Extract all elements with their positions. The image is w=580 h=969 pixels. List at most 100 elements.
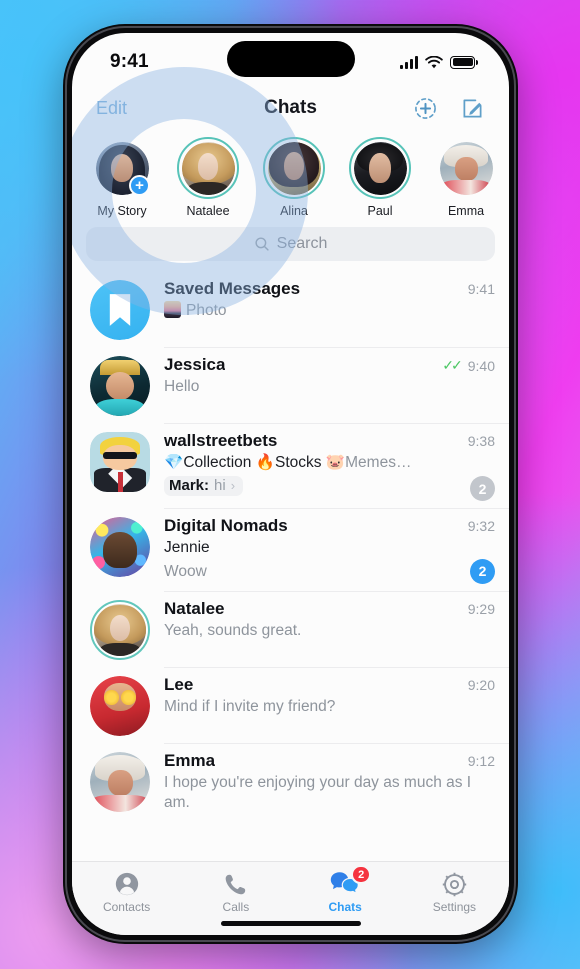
battery-full-icon — [450, 55, 478, 69]
navbar-actions — [413, 96, 485, 121]
chat-list[interactable]: Saved Messages 9:41 Photo Jessica ✓✓ 9:4… — [72, 271, 509, 861]
unread-badge: 2 — [470, 476, 495, 502]
bookmark-icon — [109, 294, 131, 326]
tab-settings[interactable]: Settings — [400, 870, 509, 914]
phone-frame: 9:41 Edit Chats + My Story Natalee Alina… — [63, 24, 518, 944]
status-bar-clock: 9:41 — [110, 51, 149, 72]
chat-row-emma[interactable]: Emma 9:12 I hope you're enjoying your da… — [72, 742, 509, 821]
gear-icon — [442, 872, 467, 896]
chevron-right-icon: › — [230, 478, 236, 494]
story-avatar-ring — [263, 137, 325, 199]
reply-author: Mark: — [169, 477, 210, 495]
chat-row-content: Saved Messages 9:41 Photo — [150, 278, 495, 322]
chat-row-natalee[interactable]: Natalee 9:29 Yeah, sounds great. — [72, 590, 509, 667]
chat-title: Emma — [164, 750, 216, 770]
chat-timestamp: 9:38 — [467, 433, 495, 449]
chat-preview-text: Photo — [186, 302, 227, 319]
avatar — [439, 141, 493, 195]
tab-calls[interactable]: Calls — [181, 870, 290, 914]
phone-screen: 9:41 Edit Chats + My Story Natalee Alina… — [72, 33, 509, 935]
chat-timestamp: 9:41 — [467, 281, 495, 297]
tab-unread-badge: 2 — [351, 865, 372, 884]
chat-timestamp: 9:12 — [467, 752, 495, 769]
stories-row[interactable]: + My Story Natalee Alina Paul Emma — [72, 131, 509, 227]
avatar — [90, 517, 150, 578]
chat-row-lee[interactable]: Lee 9:20 Mind if I invite my friend? — [72, 666, 509, 743]
chat-title: Natalee — [164, 598, 225, 618]
story-item-alina[interactable]: Alina — [258, 137, 330, 218]
chat-row-digital-nomads[interactable]: Digital Nomads 9:32 Jennie Woow 2 — [72, 508, 509, 591]
read-receipt-icon: ✓✓ — [442, 357, 463, 373]
chat-preview: Woow — [164, 562, 207, 580]
story-label: Alina — [280, 204, 308, 218]
tab-label: Settings — [432, 900, 477, 914]
chat-row-saved-messages[interactable]: Saved Messages 9:41 Photo — [72, 271, 509, 347]
avatar — [90, 599, 150, 660]
chat-row-wallstreetbets[interactable]: wallstreetbets 9:38 💎Collection 🔥Stocks … — [72, 423, 509, 508]
story-item-my-story[interactable]: + My Story — [86, 137, 158, 218]
topic-emoji: 🐷 — [325, 454, 346, 471]
story-label: Paul — [367, 204, 393, 218]
avatar — [90, 675, 150, 736]
status-bar: 9:41 — [72, 33, 509, 85]
unread-badge: 2 — [470, 558, 495, 584]
story-avatar-ring: + — [91, 137, 153, 199]
avatar — [353, 141, 407, 195]
story-item-emma[interactable]: Emma — [430, 137, 502, 218]
chat-title: Digital Nomads — [164, 516, 288, 536]
chat-reply-chip[interactable]: Mark: hi › — [164, 476, 244, 497]
search-container: Search — [72, 227, 509, 271]
topic-emoji: 💎 — [164, 454, 184, 471]
topic-label: Memes… — [345, 454, 412, 471]
tab-label: Calls — [222, 900, 250, 914]
story-item-natalee[interactable]: Natalee — [172, 137, 244, 218]
tab-contacts[interactable]: Contacts — [72, 870, 181, 914]
story-label: My Story — [97, 204, 147, 218]
photo-thumbnail-icon — [164, 301, 181, 318]
chat-title: Jessica — [164, 355, 226, 374]
chat-row-content: Lee 9:20 Mind if I invite my friend? — [150, 674, 495, 718]
reply-text: hi — [214, 477, 226, 495]
story-item-paul[interactable]: Paul — [344, 137, 416, 218]
tab-label: Contacts — [102, 900, 151, 914]
chat-timestamp: 9:29 — [467, 600, 495, 617]
topic-label: Stocks — [275, 454, 322, 471]
story-label: Emma — [447, 204, 485, 218]
story-avatar-ring — [177, 137, 239, 199]
chat-row-content: Jessica ✓✓ 9:40 Hello — [150, 354, 495, 398]
add-story-plus-icon[interactable]: + — [129, 175, 150, 196]
chat-row-jessica[interactable]: Jessica ✓✓ 9:40 Hello — [72, 347, 509, 423]
search-placeholder: Search — [276, 235, 328, 252]
search-input[interactable]: Search — [86, 227, 495, 261]
navigation-bar: Edit Chats — [72, 85, 509, 131]
chat-title: Saved Messages — [164, 279, 301, 298]
chat-timestamp: 9:32 — [467, 518, 495, 535]
chat-preview: I hope you're enjoying your day as much … — [164, 773, 472, 812]
contacts-person-icon — [115, 872, 138, 896]
story-label: Natalee — [186, 204, 230, 218]
add-circle-dashed-icon[interactable] — [413, 96, 438, 121]
chat-row-content: wallstreetbets 9:38 💎Collection 🔥Stocks … — [150, 430, 495, 502]
dynamic-island — [226, 41, 355, 77]
avatar — [181, 141, 235, 195]
chat-preview: Yeah, sounds great. — [164, 621, 302, 639]
wifi-icon — [425, 55, 443, 68]
compose-pencil-icon[interactable] — [460, 96, 485, 121]
tab-chats[interactable]: 2 Chats — [291, 865, 400, 914]
chat-row-content: Natalee 9:29 Yeah, sounds great. — [150, 598, 495, 642]
story-avatar-ring — [435, 137, 497, 199]
chat-timestamp: 9:20 — [467, 676, 495, 693]
avatar — [90, 432, 150, 492]
phone-handset-icon — [226, 874, 246, 894]
avatar — [90, 280, 150, 340]
avatar — [267, 141, 321, 195]
status-bar-indicators — [400, 55, 478, 69]
home-indicator — [220, 921, 361, 926]
chat-timestamp: 9:40 — [467, 357, 495, 374]
topic-emoji: 🔥 — [255, 454, 275, 471]
search-magnifier-icon — [255, 237, 269, 251]
edit-button[interactable]: Edit — [96, 98, 127, 119]
chat-title: wallstreetbets — [164, 431, 278, 450]
chat-message-author: Jennie — [164, 539, 210, 557]
tab-label: Chats — [328, 900, 362, 914]
